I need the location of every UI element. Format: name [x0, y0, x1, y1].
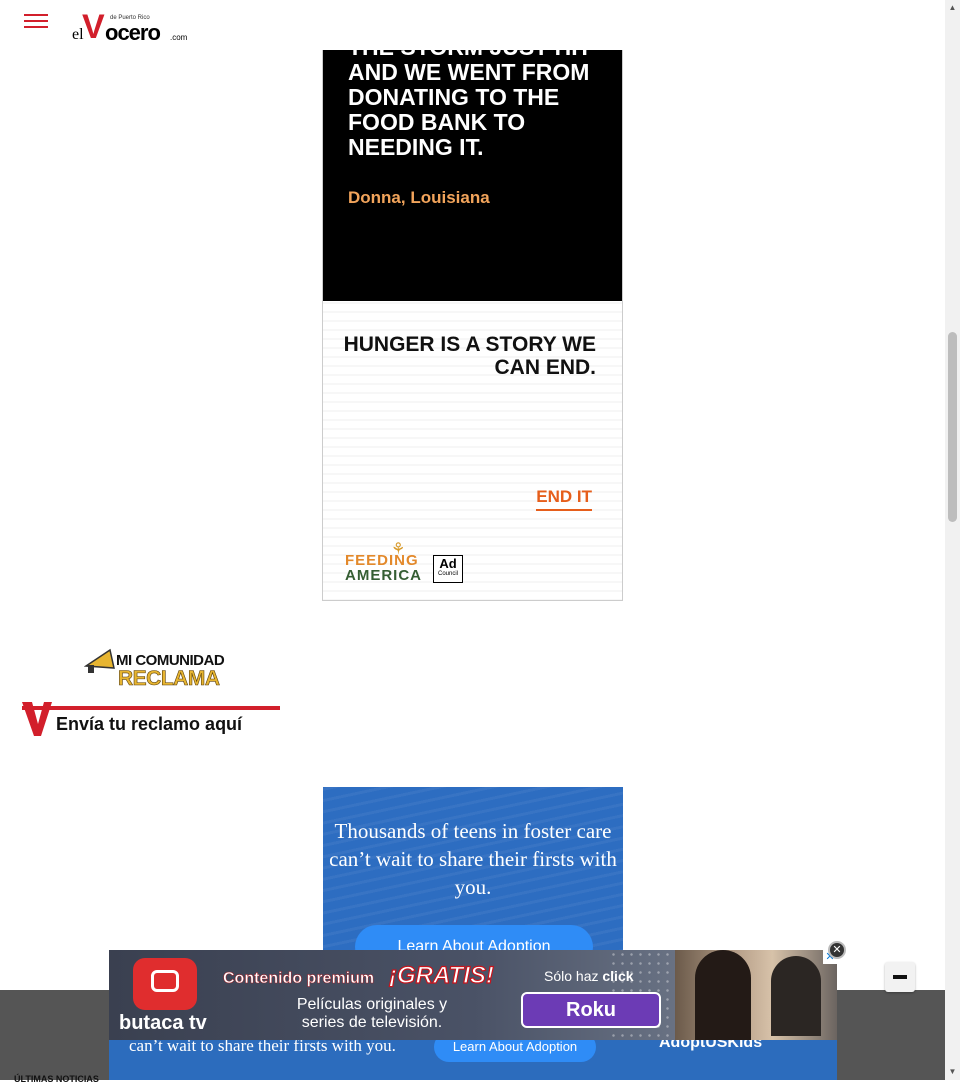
reclama-cta: Envía tu reclamo aquí — [56, 714, 243, 734]
america-text: AMERICA — [345, 567, 422, 584]
feeding-america-logo: ⚘ FEEDING AMERICA — [345, 541, 425, 584]
scroll-thumb[interactable] — [948, 332, 957, 522]
butaca-brand: butaca tv — [119, 1012, 207, 1034]
wheat-icon: ⚘ — [391, 541, 406, 558]
ad-headline: THE STORM JUST HIT AND WE WENT FROM DONA… — [348, 35, 592, 160]
logo-dotcom: .com — [170, 33, 188, 42]
reclama-line2: RECLAMA — [118, 667, 221, 691]
feeding-text: FEEDING — [345, 552, 419, 569]
ad-portrait-photo — [675, 950, 837, 1040]
peliculas-line1: Películas originales y — [296, 996, 448, 1013]
site-header: el V de Puerto Rico ocero .com — [0, 0, 945, 50]
contenido-premium-text: Contenido premium — [223, 970, 375, 988]
minus-icon[interactable] — [885, 962, 915, 992]
scroll-up-arrow-icon[interactable]: ▲ — [945, 0, 960, 16]
solo-haz-click-text: Sólo haz click — [544, 968, 634, 984]
solo-haz: Sólo haz — [544, 968, 599, 984]
roku-button[interactable]: Roku — [521, 992, 661, 1028]
logo-ocero-text: ocero — [105, 20, 161, 45]
mi-comunidad-reclama-banner[interactable]: MI COMUNIDAD RECLAMA Envía tu reclamo aq… — [22, 642, 282, 742]
butaca-armchair-icon — [133, 958, 197, 1010]
ad-tagline: HUNGER IS A STORY WE CAN END. — [343, 333, 596, 379]
click-word: click — [602, 968, 634, 984]
butaca-tv-ad[interactable]: butaca tv Contenido premium ¡GRATIS! Sól… — [109, 950, 837, 1040]
ad-council-ad: Ad — [439, 556, 457, 571]
close-ad-icon[interactable]: ✕ — [828, 941, 846, 959]
el-vocero-logo[interactable]: el V de Puerto Rico ocero .com — [72, 8, 192, 46]
feeding-america-ad[interactable]: THE STORM JUST HIT AND WE WENT FROM DONA… — [322, 0, 623, 601]
megaphone-icon — [84, 648, 115, 673]
scroll-down-arrow-icon[interactable]: ▼ — [945, 1064, 960, 1080]
hamburger-menu-icon[interactable] — [24, 14, 48, 30]
peliculas-text: Películas originales y series de televis… — [277, 996, 467, 1032]
ad-council-logo: Ad Council — [433, 555, 463, 583]
ad-council-council: Council — [437, 571, 458, 577]
peliculas-line2: series de televisión. — [301, 1014, 443, 1031]
adoption-ad-text: Thousands of teens in foster care can’t … — [329, 819, 617, 899]
logo-v-letter: V — [82, 8, 105, 46]
gratis-text: ¡GRATIS! — [388, 961, 494, 989]
ad-white-panel: HUNGER IS A STORY WE CAN END. END IT ⚘ F… — [323, 301, 622, 600]
end-it-link[interactable]: END IT — [536, 487, 592, 511]
ad-location: Donna, Louisiana — [348, 188, 490, 207]
vocero-v-icon — [22, 702, 52, 736]
page-scrollbar[interactable]: ▲ ▼ — [945, 0, 960, 1080]
reclama-red-bar — [22, 706, 280, 710]
section-label: ÚLTIMAS NOTICIAS — [14, 1074, 99, 1084]
